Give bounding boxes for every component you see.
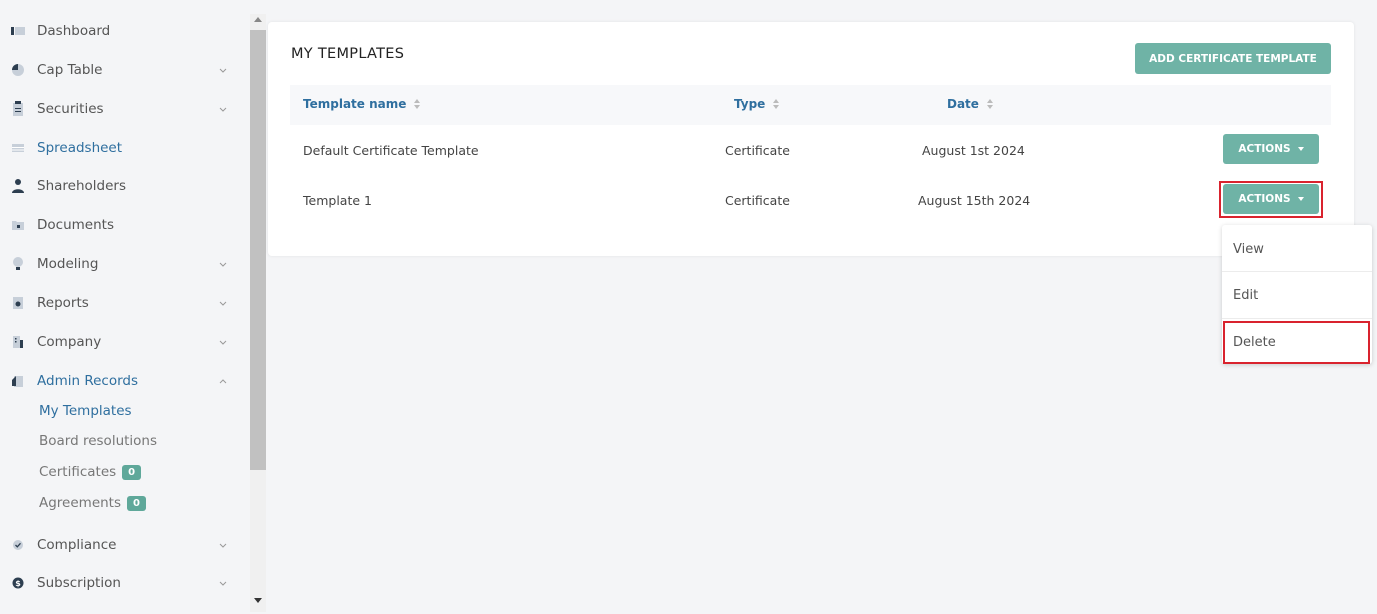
sidebar-item-label: Modeling xyxy=(37,256,99,272)
type-cell: Certificate xyxy=(725,143,790,158)
column-header-date[interactable]: Date xyxy=(947,97,994,111)
actions-label: ACTIONS xyxy=(1238,193,1291,205)
count-badge: 0 xyxy=(122,464,142,480)
chevron-down-icon xyxy=(218,104,228,114)
scroll-down-arrow-icon[interactable] xyxy=(254,598,262,603)
sidebar-item-securities[interactable]: Securities xyxy=(0,91,248,127)
chevron-up-icon xyxy=(218,376,228,386)
sidebar-item-admin-records[interactable]: Admin Records xyxy=(0,363,248,399)
sort-icon xyxy=(986,99,994,109)
column-header-template-name[interactable]: Template name xyxy=(303,97,421,111)
actions-label: ACTIONS xyxy=(1238,143,1291,155)
column-header-label: Date xyxy=(947,97,979,111)
sidebar-subitem-board-resolutions[interactable]: Board resolutions xyxy=(39,430,157,452)
template-name-cell: Default Certificate Template xyxy=(303,143,479,158)
date-cell: August 1st 2024 xyxy=(922,143,1025,158)
clipboard-icon xyxy=(10,101,26,117)
dropdown-item-delete[interactable]: Delete xyxy=(1222,319,1372,365)
actions-dropdown-menu: View Edit Delete xyxy=(1222,225,1372,364)
sidebar-item-cap-table[interactable]: Cap Table xyxy=(0,52,248,88)
lightbulb-icon xyxy=(10,256,26,272)
chevron-down-icon xyxy=(218,540,228,550)
column-header-label: Type xyxy=(734,97,766,111)
sidebar-item-label: Subscription xyxy=(37,575,121,591)
sidebar-subitem-label: Certificates xyxy=(39,464,117,480)
scroll-up-arrow-icon[interactable] xyxy=(254,17,262,22)
chevron-down-icon xyxy=(218,259,228,269)
sidebar-subitem-my-templates[interactable]: My Templates xyxy=(39,400,132,422)
sidebar-item-subscription[interactable]: $ Subscription xyxy=(0,565,248,601)
caret-down-icon xyxy=(1297,197,1304,201)
date-cell: August 15th 2024 xyxy=(918,193,1031,208)
sidebar-item-documents[interactable]: Documents xyxy=(0,207,248,243)
actions-button[interactable]: ACTIONS xyxy=(1223,134,1319,164)
add-certificate-template-button[interactable]: ADD CERTIFICATE TEMPLATE xyxy=(1135,43,1331,74)
pie-chart-icon xyxy=(10,62,26,78)
user-icon xyxy=(10,178,26,194)
column-header-type[interactable]: Type xyxy=(734,97,780,111)
chevron-down-icon xyxy=(218,298,228,308)
folder-lock-icon xyxy=(10,217,26,233)
templates-card: MY TEMPLATES ADD CERTIFICATE TEMPLATE Te… xyxy=(268,22,1354,256)
sidebar-item-company[interactable]: Company xyxy=(0,324,248,360)
sidebar-subitem-label: Board resolutions xyxy=(39,433,158,449)
sidebar: Dashboard Cap Table Securities Spreadshe… xyxy=(0,0,248,614)
caret-down-icon xyxy=(1297,147,1304,151)
dollar-icon: $ xyxy=(10,575,26,591)
dropdown-item-view[interactable]: View xyxy=(1222,226,1372,272)
report-icon xyxy=(10,295,26,311)
actions-button[interactable]: ACTIONS xyxy=(1223,184,1319,214)
sidebar-item-label: Securities xyxy=(37,101,104,117)
column-header-label: Template name xyxy=(303,97,407,111)
sidebar-item-label: Compliance xyxy=(37,537,117,553)
sort-icon xyxy=(773,99,780,109)
sidebar-item-label: Cap Table xyxy=(37,62,103,78)
page-title: MY TEMPLATES xyxy=(291,46,405,62)
admin-records-icon xyxy=(10,373,26,389)
sidebar-subitem-label: Agreements xyxy=(39,495,122,511)
sidebar-item-label: Reports xyxy=(37,295,89,311)
sidebar-subitem-label: My Templates xyxy=(39,403,132,419)
sidebar-item-reports[interactable]: Reports xyxy=(0,285,248,321)
chevron-down-icon xyxy=(218,65,228,75)
sidebar-item-label: Spreadsheet xyxy=(37,140,123,156)
app: Dashboard Cap Table Securities Spreadshe… xyxy=(0,0,1377,614)
sidebar-item-dashboard[interactable]: Dashboard xyxy=(0,13,248,49)
sort-icon xyxy=(414,99,421,109)
count-badge: 0 xyxy=(127,495,146,511)
chevron-down-icon xyxy=(218,578,228,588)
chevron-down-icon xyxy=(218,337,228,347)
sidebar-item-spreadsheet[interactable]: Spreadsheet xyxy=(0,130,248,166)
sidebar-item-compliance[interactable]: Compliance xyxy=(0,527,248,563)
sidebar-subitem-agreements[interactable]: Agreements 0 xyxy=(39,492,146,514)
sidebar-subitem-certificates[interactable]: Certificates 0 xyxy=(39,461,142,483)
sidebar-item-label: Shareholders xyxy=(37,178,126,194)
sidebar-item-shareholders[interactable]: Shareholders xyxy=(0,168,248,204)
template-name-cell: Template 1 xyxy=(303,193,372,208)
spreadsheet-icon xyxy=(10,140,26,156)
shield-check-icon xyxy=(10,537,26,553)
scrollbar-thumb[interactable] xyxy=(250,30,266,470)
sidebar-item-label: Admin Records xyxy=(37,373,138,389)
sidebar-item-label: Documents xyxy=(37,217,114,233)
type-cell: Certificate xyxy=(725,193,790,208)
building-icon xyxy=(10,334,26,350)
sidebar-item-label: Dashboard xyxy=(37,23,111,39)
sidebar-item-modeling[interactable]: Modeling xyxy=(0,246,248,282)
table-header: Template name Type Date xyxy=(290,85,1331,125)
svg-text:$: $ xyxy=(15,579,21,588)
dashboard-icon xyxy=(10,23,26,39)
dropdown-item-edit[interactable]: Edit xyxy=(1222,272,1372,318)
sidebar-item-label: Company xyxy=(37,334,102,350)
